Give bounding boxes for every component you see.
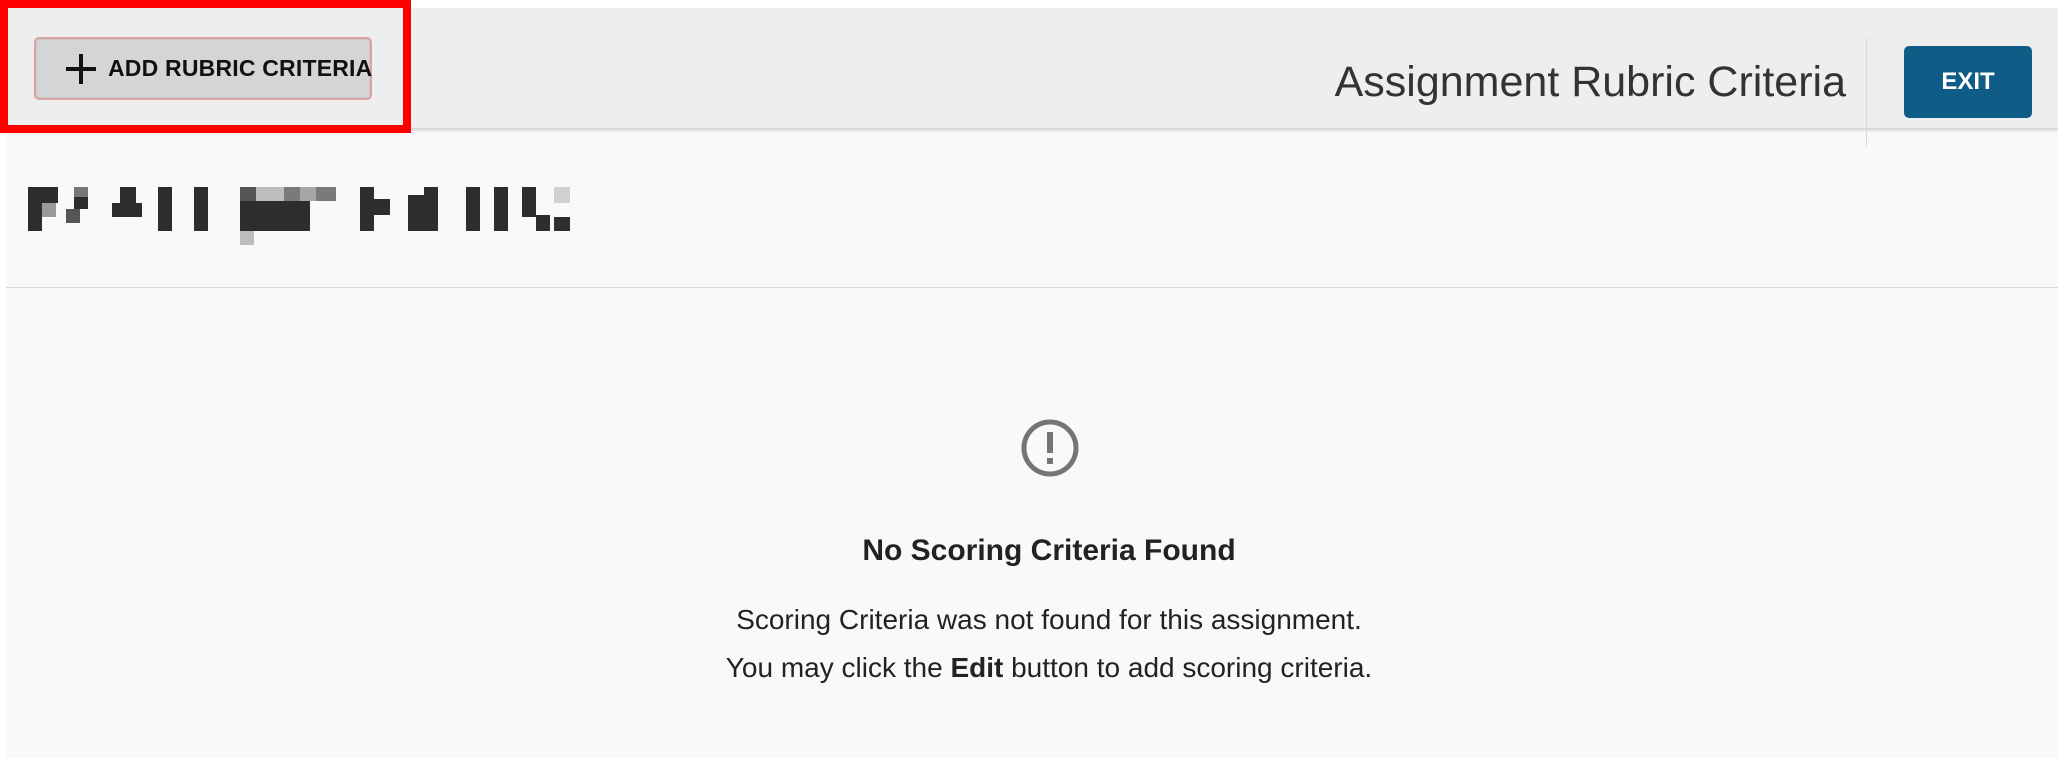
exit-button-label: EXIT: [1941, 68, 1995, 95]
redaction-pixel: [158, 187, 172, 231]
redaction-pixel: [194, 187, 208, 231]
add-rubric-criteria-button[interactable]: ADD RUBRIC CRITERIA: [34, 37, 372, 100]
redaction-pixel: [28, 187, 42, 231]
alert-circle-icon: [1021, 419, 1079, 477]
toolbar-divider: [1866, 38, 1867, 146]
redacted-assignment-name: [28, 187, 574, 249]
redaction-pixel: [554, 217, 570, 231]
redaction-pixel: [536, 215, 550, 231]
redaction-pixel: [240, 187, 256, 201]
redaction-pixel: [424, 187, 438, 195]
redaction-pixel: [316, 187, 336, 201]
redaction-pixel: [466, 187, 480, 231]
empty-state-message: Scoring Criteria was not found for this …: [736, 604, 1362, 635]
redaction-pixel: [240, 201, 310, 231]
redaction-pixel: [112, 203, 142, 217]
empty-state: No Scoring Criteria Found Scoring Criter…: [6, 288, 2058, 758]
redaction-pixel: [300, 187, 316, 201]
page-title: Assignment Rubric Criteria: [1334, 58, 1846, 106]
redaction-pixel: [120, 187, 136, 203]
redaction-pixel: [554, 187, 570, 203]
redaction-pixel: [360, 187, 374, 231]
hint-prefix: You may click the: [725, 652, 951, 683]
hint-suffix: button to add scoring criteria.: [1003, 652, 1373, 683]
redaction-pixel: [74, 187, 88, 197]
redaction-pixel: [374, 199, 390, 215]
redaction-pixel: [494, 187, 508, 231]
redaction-pixel: [42, 203, 56, 217]
redaction-pixel: [74, 195, 88, 209]
redaction-pixel: [408, 195, 438, 231]
exit-button[interactable]: EXIT: [1904, 46, 2032, 118]
plus-icon: [66, 53, 96, 84]
redaction-pixel: [256, 187, 284, 201]
empty-state-hint: You may click the Edit button to add sco…: [6, 652, 2058, 684]
add-rubric-criteria-label: ADD RUBRIC CRITERIA: [108, 55, 373, 81]
page: Assignment Rubric Criteria EXIT ADD RUBR…: [0, 0, 2058, 758]
redaction-pixel: [240, 231, 254, 245]
redaction-pixel: [522, 187, 536, 217]
hint-edit-keyword: Edit: [950, 652, 1004, 683]
empty-state-title: No Scoring Criteria Found: [862, 534, 1236, 567]
redaction-pixel: [42, 187, 58, 203]
redaction-pixel: [66, 209, 80, 223]
redaction-pixel: [284, 187, 300, 201]
